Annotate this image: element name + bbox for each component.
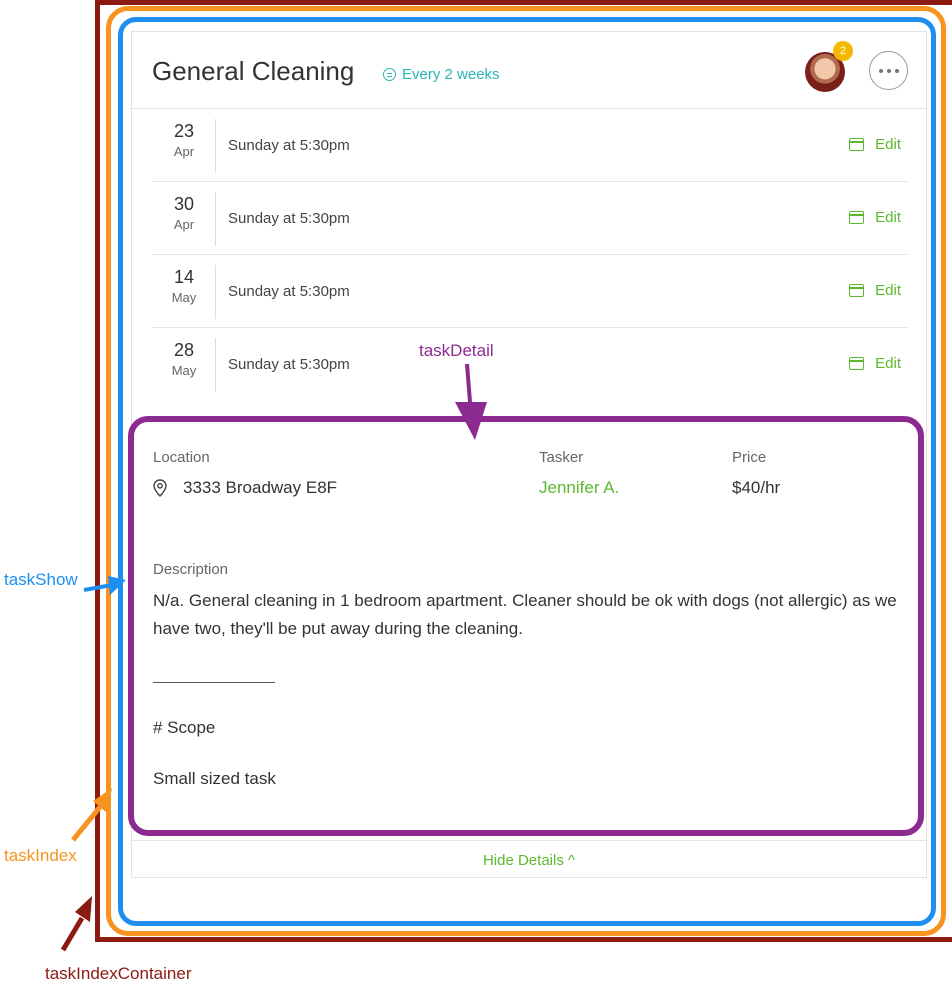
arrow-down-icon — [455, 402, 487, 440]
arrow-right-icon — [108, 576, 126, 595]
task-detail-annotation: taskDetail — [419, 341, 494, 360]
annotation-arrows — [60, 363, 487, 952]
arrow-up-right-icon — [75, 896, 92, 922]
